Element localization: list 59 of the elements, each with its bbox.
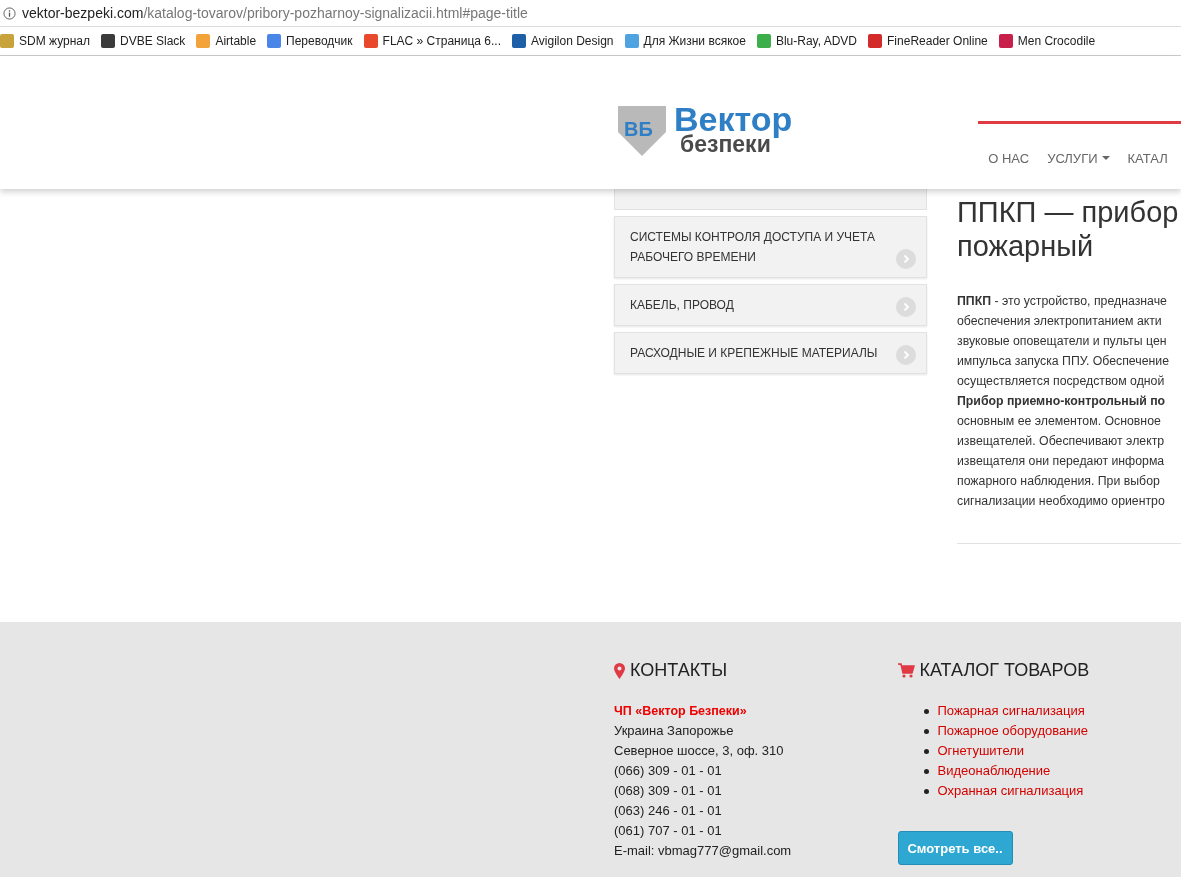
bookmark[interactable]: SDM журнал: [0, 34, 90, 48]
bookmark[interactable]: Blu-Ray, ADVD: [756, 34, 858, 48]
bullet-icon: [923, 708, 929, 714]
text-line: основным ее элементом. Основное: [957, 413, 1162, 430]
heading-text: КАТАЛОГ ТОВАРОВ: [919, 660, 1090, 681]
bullet-icon: [923, 788, 929, 794]
bullet-icon: [923, 728, 929, 734]
text-line: обеспечения электропитанием акти: [957, 313, 1163, 330]
bookmark[interactable]: Airtable: [196, 34, 257, 48]
contact-line: (068) 309 - 01 - 01: [614, 782, 723, 800]
map-pin-icon: [614, 662, 625, 679]
nav-link[interactable]: УСЛУГИ: [1047, 150, 1110, 166]
url-path[interactable]: /katalog-tovarov/pribory-pozharnoy-signalizacii.html#page-title: [143, 5, 528, 21]
bullet-icon: [923, 768, 929, 774]
contact-line: (066) 309 - 01 - 01: [614, 762, 723, 780]
bookmark[interactable]: Переводчик: [267, 34, 353, 48]
nav-link[interactable]: О НАС: [988, 150, 1030, 166]
bookmark[interactable]: Для Жизни всякое: [624, 34, 746, 48]
text-line: Прибор приемно-контрольный по: [957, 393, 1167, 410]
url-host[interactable]: vektor-bezpeki.com: [22, 5, 144, 21]
bookmark[interactable]: Men Crocodile: [998, 34, 1096, 48]
bookmark[interactable]: DVBE Slack: [101, 34, 186, 48]
page-title: пожарный: [957, 229, 1095, 263]
info-icon: [3, 6, 16, 20]
text-line: ППКП - это устройство, предназначе: [957, 293, 1168, 310]
text-line: сигнализации необходимо ориентро: [957, 493, 1166, 510]
contact-line: Украина Запорожье: [614, 722, 735, 740]
nav-link[interactable]: КАТАЛ: [1127, 150, 1168, 166]
page-title: ППКП — прибор: [957, 195, 1180, 229]
chevron-icon: [896, 345, 916, 365]
bookmark[interactable]: FineReader Online: [868, 34, 988, 48]
bookmark[interactable]: FLAC » Страница 6...: [363, 34, 501, 48]
contact-line: (063) 246 - 01 - 01: [614, 802, 723, 820]
category-item[interactable]: СИСТЕМЫ КОНТРОЛЯ ДОСТУПА И УЧЕТА РАБОЧЕГО ВРЕМЕНИ: [614, 216, 927, 278]
catalog-link[interactable]: Видеонаблюдение: [937, 761, 1051, 781]
text-line: звуковые оповещатели и пульты цен: [957, 333, 1168, 350]
logo[interactable]: ВБ Вектор безпеки: [614, 70, 793, 189]
category-item[interactable]: КАБЕЛЬ, ПРОВОД: [614, 284, 927, 326]
text-line: импульса запуска ППУ. Обеспечение: [957, 353, 1171, 370]
catalog-link[interactable]: Охранная сигнализация: [937, 781, 1084, 801]
catalog-link[interactable]: Пожарное оборудование: [937, 721, 1088, 741]
cart-icon: [897, 663, 915, 678]
bullet-icon: [923, 748, 929, 754]
category-item[interactable]: РАСХОДНЫЕ И КРЕПЕЖНЫЕ МАТЕРИАЛЫ: [614, 332, 927, 374]
menu-card[interactable]: [614, 189, 927, 210]
catalog-link[interactable]: Огнетушители: [937, 741, 1025, 761]
chevron-icon: [896, 249, 916, 269]
bookmark[interactable]: Avigilon Design: [512, 34, 614, 48]
text-line: осуществляется посредством одной: [957, 373, 1166, 390]
contact-line: E-mail: vbmag777@gmail.com: [614, 842, 793, 860]
contact-line: (061) 707 - 01 - 01: [614, 822, 723, 840]
text-line: извещателей. Обеспечивают электр: [957, 433, 1166, 450]
text-line: извещателя они передают информа: [957, 453, 1166, 470]
chevron-icon: [896, 297, 916, 317]
contact-line: Северное шоссе, 3, оф. 310: [614, 742, 785, 760]
company-name: ЧП «Вектор Безпеки»: [614, 703, 748, 720]
heading-text: КОНТАКТЫ: [630, 660, 728, 681]
catalog-link[interactable]: Пожарная сигнализация: [937, 701, 1085, 721]
text-line: пожарного наблюдения. При выбор: [957, 473, 1161, 490]
